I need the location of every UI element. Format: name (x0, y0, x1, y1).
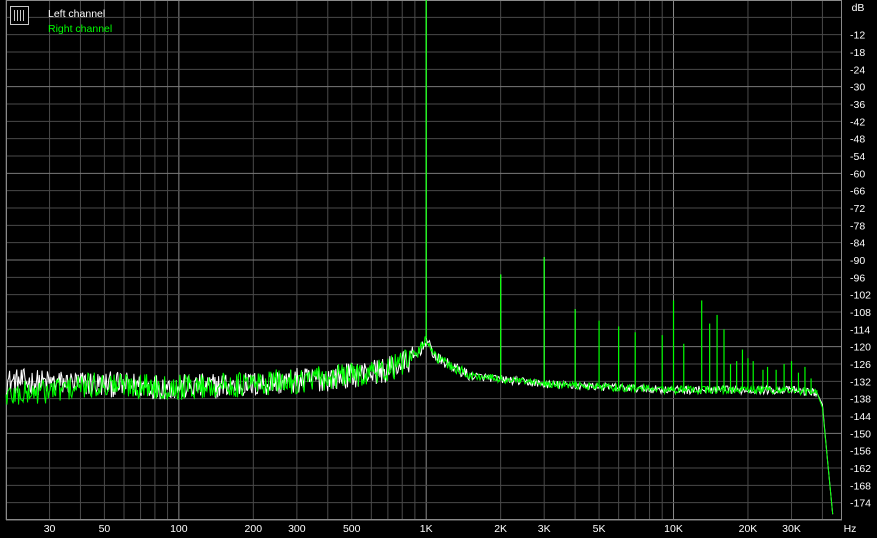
x-tick-label: 300 (288, 523, 306, 535)
y-tick-label: -24 (850, 64, 865, 76)
spectrum-icon (10, 6, 29, 25)
y-tick-label: -144 (850, 411, 871, 423)
y-tick-label: -126 (850, 359, 871, 371)
y-tick-label: -18 (850, 47, 865, 59)
x-tick-label: 500 (343, 523, 361, 535)
y-tick-label: -72 (850, 203, 865, 215)
x-tick-label: 100 (170, 523, 188, 535)
y-tick-label: -168 (850, 480, 871, 492)
spectrum-chart: 30 50 100 200 300 500 1K 2K 3K 5K 10K 20K 30K -12 -18… (0, 0, 877, 538)
y-tick-label: -12 (850, 30, 865, 42)
x-tick-label: 1K (420, 523, 433, 535)
x-tick-label: 50 (99, 523, 111, 535)
y-tick-label: -48 (850, 134, 865, 146)
legend-label-right: Right channel (48, 23, 113, 35)
x-tick-label: 3K (538, 523, 551, 535)
x-tick-label: 30K (782, 523, 801, 535)
y-tick-label: -42 (850, 116, 865, 128)
y-tick-label: -150 (850, 428, 871, 440)
y-tick-label: -66 (850, 186, 865, 198)
x-tick-label: 30 (44, 523, 56, 535)
y-tick-label: -84 (850, 238, 865, 250)
y-axis-unit: dB (852, 2, 865, 14)
y-tick-label: -162 (850, 463, 871, 475)
y-tick-label: -132 (850, 376, 871, 388)
x-axis-unit: Hz (844, 523, 857, 535)
y-tick-label: -54 (850, 151, 865, 163)
y-tick-label: -30 (850, 82, 865, 94)
y-tick-label: -60 (850, 168, 865, 180)
plot-background (0, 0, 877, 538)
y-tick-label: -120 (850, 342, 871, 354)
y-tick-label: -174 (850, 498, 871, 510)
y-tick-label: -114 (850, 324, 870, 336)
y-tick-label: -138 (850, 394, 871, 406)
y-tick-label: -90 (850, 255, 865, 267)
x-tick-label: 2K (494, 523, 507, 535)
y-tick-label: -108 (850, 307, 871, 319)
y-tick-label: -96 (850, 272, 865, 284)
y-tick-label: -156 (850, 446, 871, 458)
y-tick-label: -78 (850, 220, 865, 232)
y-tick-label: -36 (850, 99, 865, 111)
x-tick-label: 10K (664, 523, 683, 535)
x-tick-label: 200 (245, 523, 263, 535)
x-tick-label: 20K (739, 523, 758, 535)
x-tick-label: 5K (593, 523, 606, 535)
y-tick-label: -102 (850, 290, 871, 302)
legend-label-left: Left channel (48, 8, 106, 20)
